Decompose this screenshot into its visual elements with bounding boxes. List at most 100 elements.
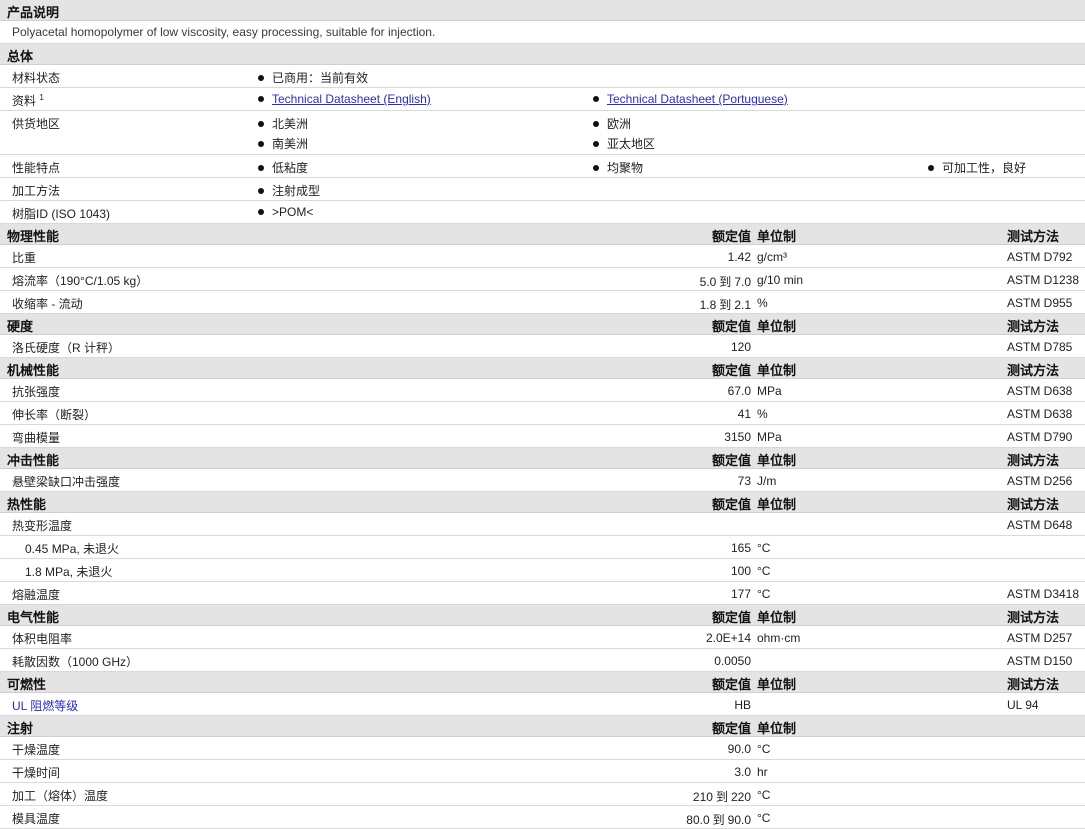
header-nominal: 额定值: [711, 677, 751, 692]
nominal-value: 3.0: [734, 765, 751, 779]
unit-value: °C: [757, 811, 771, 825]
range-max: 90.0: [727, 813, 751, 827]
region-item: 亚太地区: [593, 135, 655, 152]
unit-value: °C: [757, 564, 771, 578]
property-label: UL 阻燃等级: [12, 699, 79, 713]
unit-value: hr: [757, 765, 768, 779]
range-max: 7.0: [734, 275, 751, 289]
test-method: ASTM D790: [1007, 430, 1073, 444]
bullet-icon: [258, 209, 264, 215]
property-label: 熔融温度: [12, 588, 61, 602]
features-row: 性能特点 低粘度 均聚物 可加工性，良好: [0, 155, 1085, 178]
bullet-icon: [928, 165, 934, 171]
region-item: 欧洲: [593, 115, 631, 132]
property-label: 耗散因数（1000 GHz）: [12, 655, 139, 669]
section-header-mechanical: 机械性能 额定值 单位制 测试方法: [0, 358, 1085, 379]
header-unit: 单位制: [757, 610, 797, 625]
documents-label-text: 资料: [12, 94, 37, 108]
doc-link-english[interactable]: Technical Datasheet (English): [272, 92, 431, 106]
property-label: 弯曲模量: [12, 431, 61, 445]
doc-link-portuguese[interactable]: Technical Datasheet (Portuguese): [607, 92, 788, 106]
property-row: 熔流率（190°C/1.05 kg） 5.0 到 7.0 g/10 min ASTM D1…: [0, 268, 1085, 291]
status-text: 已商用：当前有效: [272, 71, 369, 85]
section-title: 电气性能: [7, 610, 60, 625]
supply-regions-row: 供货地区 北美洲 欧洲 南美洲 亚太地区: [0, 111, 1085, 155]
unit-value: %: [757, 296, 768, 310]
feature-item: 可加工性，良好: [928, 159, 1026, 176]
unit-value: J/m: [757, 474, 777, 488]
test-method: ASTM D3418: [1007, 587, 1080, 601]
feature-text: 均聚物: [607, 161, 644, 175]
resin-id-value: >POM<: [258, 205, 313, 219]
region-text: 亚太地区: [607, 137, 656, 151]
processing-text: 注射成型: [272, 184, 321, 198]
nominal-value: 1.8 到 2.1: [700, 296, 751, 313]
property-sections: 物理性能 额定值 单位制 测试方法 比重 1.42 g/cm³ ASTM D792 熔流率（19…: [0, 224, 1085, 829]
test-method: UL 94: [1007, 698, 1039, 712]
section-title: 机械性能: [7, 363, 60, 378]
nominal-value: 165: [730, 541, 751, 555]
property-label: 热变形温度: [12, 519, 73, 533]
nominal-value: 3150: [724, 430, 751, 444]
section-title: 热性能: [7, 497, 47, 512]
unit-value: g/10 min: [757, 273, 804, 287]
test-method: ASTM D638: [1007, 407, 1073, 421]
supply-regions-label: 供货地区: [12, 117, 61, 131]
nominal-value: 41: [737, 407, 751, 421]
test-method: ASTM D150: [1007, 654, 1073, 668]
bullet-icon: [258, 141, 264, 147]
unit-value: °C: [757, 742, 771, 756]
range-to: 到: [719, 275, 732, 289]
product-description: Polyacetal homopolymer of low viscosity,…: [12, 25, 436, 39]
property-row: 加工（熔体）温度 210 到 220 °C: [0, 783, 1085, 806]
property-label: 加工（熔体）温度: [12, 789, 109, 803]
property-label: 悬壁梁缺口冲击强度: [12, 475, 121, 489]
range-min: 1.8: [699, 298, 717, 312]
range-min: 5.0: [699, 275, 717, 289]
section-header-electrical: 电气性能 额定值 单位制 测试方法: [0, 605, 1085, 626]
region-item: 南美洲: [258, 135, 308, 152]
property-row: 比重 1.42 g/cm³ ASTM D792: [0, 245, 1085, 268]
unit-value: g/cm³: [757, 250, 787, 264]
property-row: 1.8 MPa, 未退火 100 °C: [0, 559, 1085, 582]
test-method: ASTM D257: [1007, 631, 1073, 645]
range-max: 220: [730, 790, 751, 804]
header-nominal: 额定值: [711, 453, 751, 468]
documents-label: 资料 1: [12, 92, 44, 109]
property-label: 1.8 MPa, 未退火: [25, 565, 113, 579]
header-method: 测试方法: [1007, 319, 1060, 334]
section-header-flammability: 可燃性 额定值 单位制 测试方法: [0, 672, 1085, 693]
property-row: 模具温度 80.0 到 90.0 °C: [0, 806, 1085, 829]
bullet-icon: [258, 96, 264, 102]
header-unit: 单位制: [757, 497, 797, 512]
property-label: 体积电阻率: [12, 632, 73, 646]
header-nominal: 额定值: [711, 363, 751, 378]
bullet-icon: [258, 188, 264, 194]
header-unit: 单位制: [757, 363, 797, 378]
region-item: 北美洲: [258, 115, 308, 132]
property-label: 干燥温度: [12, 743, 61, 757]
nominal-value: 73: [737, 474, 751, 488]
unit-value: MPa: [757, 430, 782, 444]
header-method: 测试方法: [1007, 453, 1060, 468]
section-title: 硬度: [7, 319, 34, 334]
bullet-icon: [593, 96, 599, 102]
section-header-impact: 冲击性能 额定值 单位制 测试方法: [0, 448, 1085, 469]
test-method: ASTM D256: [1007, 474, 1073, 488]
property-row: UL 阻燃等级 HB UL 94: [0, 693, 1085, 716]
nominal-value: 2.0E+14: [705, 631, 751, 645]
property-row: 干燥温度 90.0 °C: [0, 737, 1085, 760]
header-method: 测试方法: [1007, 497, 1060, 512]
unit-value: °C: [757, 788, 771, 802]
nominal-value: 67.0: [727, 384, 751, 398]
section-title: 冲击性能: [7, 453, 60, 468]
property-row: 悬壁梁缺口冲击强度 73 J/m ASTM D256: [0, 469, 1085, 492]
documents-row: 资料 1 Technical Datasheet (English) Techn…: [0, 88, 1085, 111]
header-nominal: 额定值: [711, 319, 751, 334]
section-header-general: 总体: [0, 44, 1085, 65]
unit-value: °C: [757, 541, 771, 555]
header-method: 测试方法: [1007, 677, 1060, 692]
property-label: 洛氏硬度（R 计秤）: [12, 341, 121, 355]
property-row: 热变形温度 ASTM D648: [0, 513, 1085, 536]
section-header-injection: 注射 额定值 单位制: [0, 716, 1085, 737]
